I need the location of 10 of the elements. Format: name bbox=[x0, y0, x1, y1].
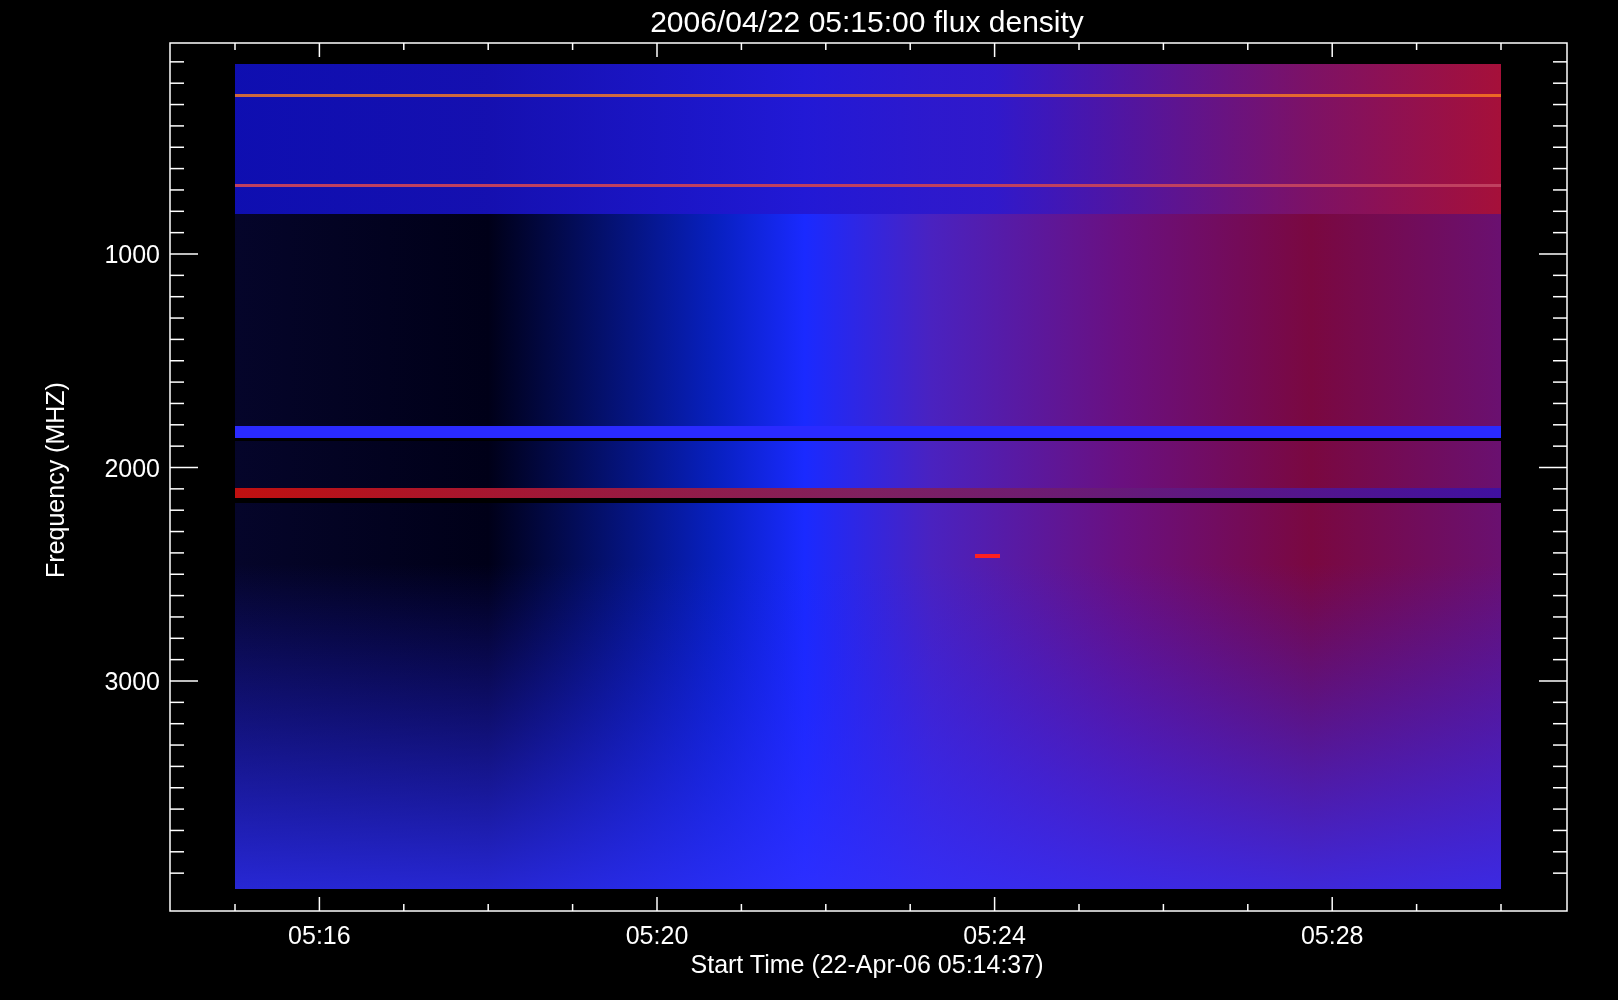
x-tick-label: 05:16 bbox=[288, 921, 351, 949]
x-tick-label: 05:24 bbox=[963, 921, 1026, 949]
x-tick-label: 05:28 bbox=[1300, 921, 1364, 949]
y-tick-label: 1000 bbox=[104, 240, 160, 268]
y-axis-label: Frequency (MHZ) bbox=[41, 382, 69, 578]
x-tick-label: 05:20 bbox=[625, 921, 689, 949]
x-axis-label: Start Time (22-Apr-06 05:14:37) bbox=[690, 950, 1044, 978]
plot-title: 2006/04/22 05:15:00 flux density bbox=[650, 5, 1084, 38]
y-tick-label: 3000 bbox=[104, 667, 160, 695]
y-tick-label: 2000 bbox=[104, 453, 160, 482]
